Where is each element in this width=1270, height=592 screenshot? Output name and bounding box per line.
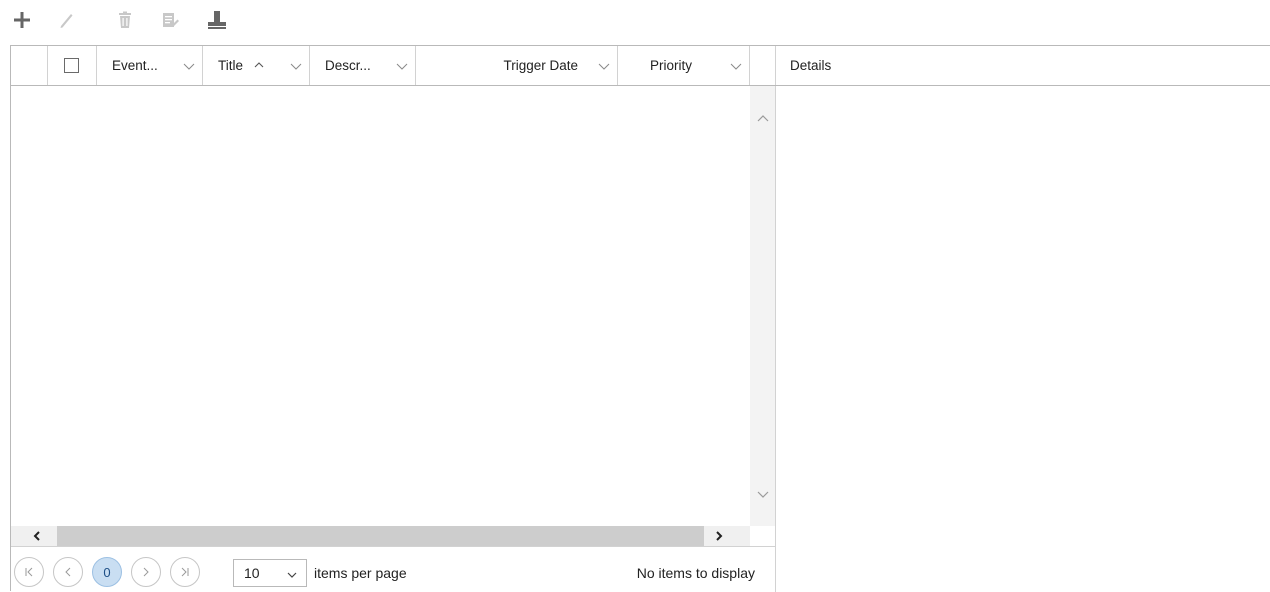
pager: 0 10 items per page No items to display bbox=[11, 546, 775, 592]
add-button[interactable] bbox=[8, 6, 36, 34]
chevron-down-icon[interactable] bbox=[730, 60, 742, 72]
column-header-title[interactable]: Title bbox=[203, 46, 310, 85]
edit-details-button[interactable] bbox=[156, 6, 184, 34]
details-header-label: Details bbox=[790, 58, 832, 73]
grid-body bbox=[11, 86, 775, 526]
stamp-icon bbox=[208, 11, 226, 29]
plus-icon bbox=[14, 12, 30, 28]
delete-button[interactable] bbox=[111, 6, 139, 34]
column-label-priority: Priority bbox=[650, 58, 693, 73]
chevron-down-icon[interactable] bbox=[396, 60, 408, 72]
caret-up-icon bbox=[254, 62, 264, 68]
scroll-down-arrow-icon[interactable] bbox=[756, 489, 770, 501]
last-page-icon bbox=[181, 567, 189, 577]
column-label-description: Descr... bbox=[325, 58, 371, 73]
grid-header: Event... Title Descr... Trigger Date Pri… bbox=[11, 46, 1270, 86]
scrollbar-header-spacer bbox=[750, 46, 776, 85]
chevron-down-icon[interactable] bbox=[183, 60, 195, 72]
toolbar bbox=[0, 0, 1270, 40]
edit-button[interactable] bbox=[52, 6, 80, 34]
current-page-number: 0 bbox=[103, 564, 111, 580]
chevron-down-icon[interactable] bbox=[290, 60, 302, 72]
first-page-icon bbox=[25, 567, 33, 577]
notepad-icon bbox=[163, 13, 179, 27]
details-header: Details bbox=[776, 46, 1270, 85]
items-per-page-label: items per page bbox=[314, 565, 407, 581]
first-page-button[interactable] bbox=[14, 557, 44, 587]
column-header-event[interactable]: Event... bbox=[97, 46, 203, 85]
pager-status: No items to display bbox=[636, 565, 755, 581]
scroll-left-arrow-icon[interactable] bbox=[31, 530, 43, 542]
column-label-title: Title bbox=[218, 58, 244, 73]
stamp-button[interactable] bbox=[203, 6, 231, 34]
vertical-scrollbar[interactable] bbox=[750, 86, 775, 526]
next-page-icon bbox=[143, 567, 149, 577]
page-size-select[interactable]: 10 bbox=[233, 559, 307, 587]
select-all-checkbox[interactable] bbox=[64, 58, 79, 73]
events-grid: Event... Title Descr... Trigger Date Pri… bbox=[10, 45, 1270, 592]
previous-page-icon bbox=[65, 567, 71, 577]
page-size-value: 10 bbox=[244, 565, 260, 581]
horizontal-scrollbar[interactable] bbox=[11, 526, 750, 546]
chevron-down-icon bbox=[287, 572, 297, 578]
previous-page-button[interactable] bbox=[53, 557, 83, 587]
current-page-button[interactable]: 0 bbox=[92, 557, 122, 587]
row-indicator-header bbox=[11, 46, 48, 85]
trash-icon bbox=[119, 11, 131, 28]
column-label-trigger-date: Trigger Date bbox=[503, 58, 578, 73]
column-header-priority[interactable]: Priority bbox=[618, 46, 750, 85]
column-label-event: Event... bbox=[112, 58, 158, 73]
horizontal-scroll-thumb[interactable] bbox=[57, 526, 704, 546]
scroll-up-arrow-icon[interactable] bbox=[756, 112, 770, 124]
details-panel-divider bbox=[775, 86, 776, 592]
column-header-trigger-date[interactable]: Trigger Date bbox=[416, 46, 618, 85]
last-page-button[interactable] bbox=[170, 557, 200, 587]
next-page-button[interactable] bbox=[131, 557, 161, 587]
column-header-description[interactable]: Descr... bbox=[310, 46, 416, 85]
select-all-cell bbox=[48, 46, 97, 85]
chevron-down-icon[interactable] bbox=[598, 60, 610, 72]
scroll-right-arrow-icon[interactable] bbox=[713, 530, 725, 542]
pencil-icon bbox=[60, 14, 73, 28]
